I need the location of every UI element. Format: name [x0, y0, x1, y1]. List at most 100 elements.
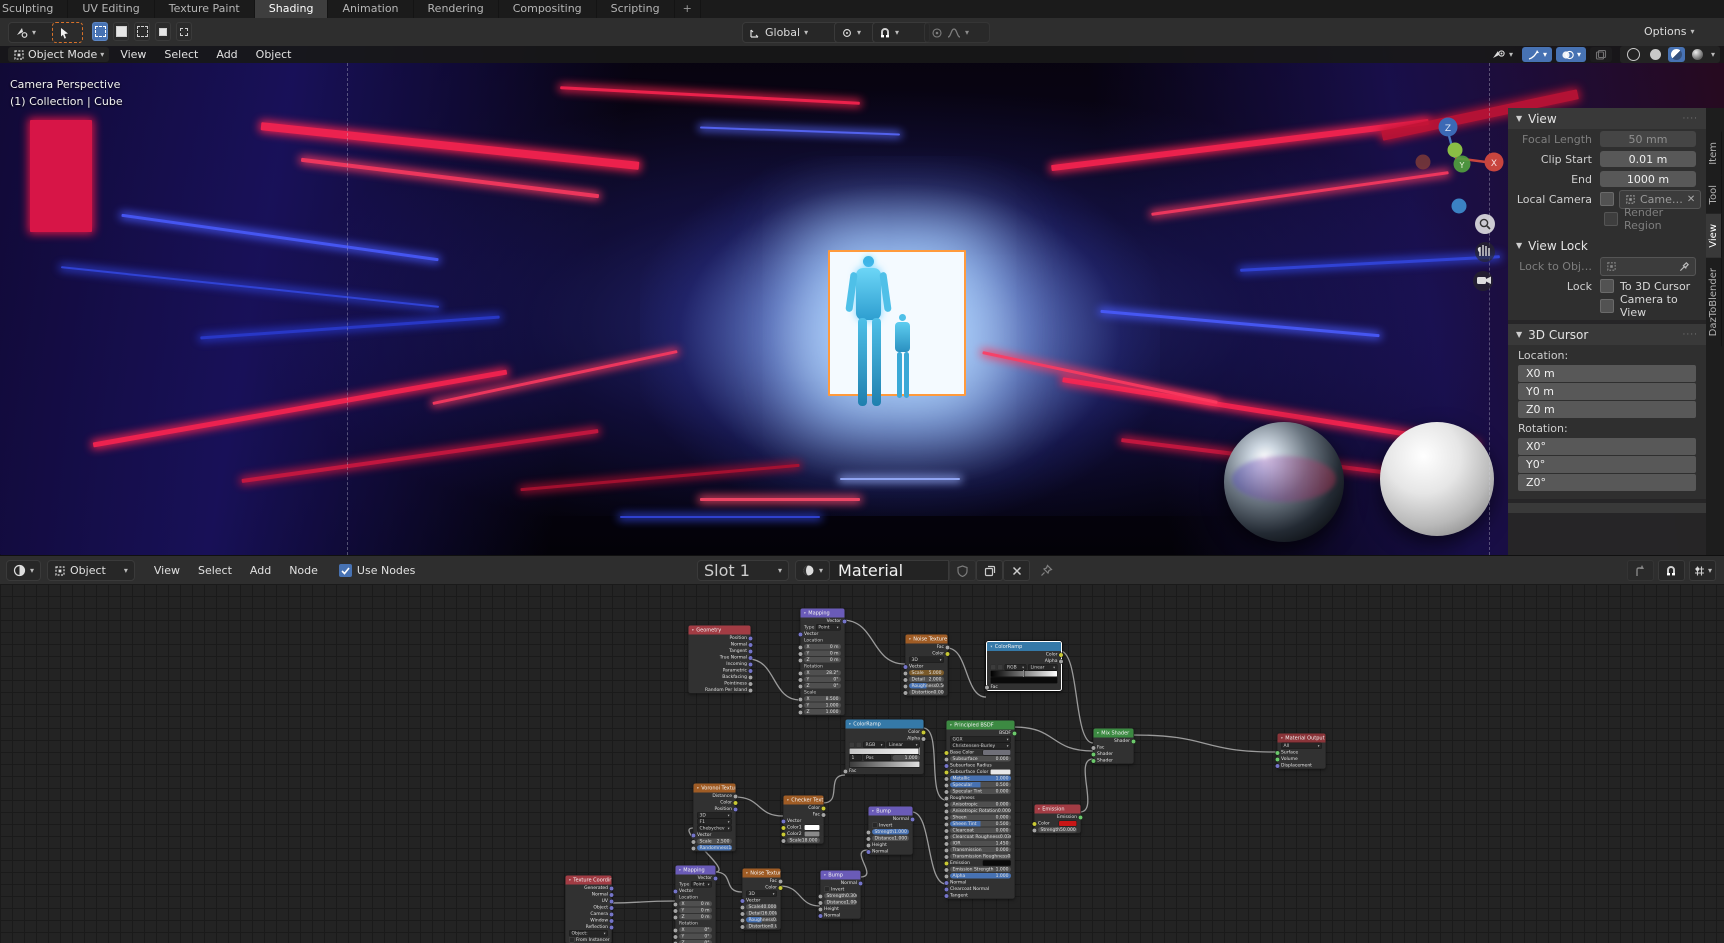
node-row-distortion[interactable]: Distortion0.000 — [906, 689, 948, 696]
collapsed-panel-header[interactable] — [1508, 503, 1706, 513]
shader-menu-view[interactable]: View — [145, 564, 189, 577]
node-row-normal[interactable]: Normal — [869, 848, 913, 855]
use-nodes-toggle[interactable]: Use Nodes — [339, 564, 416, 577]
checkbox-camera-to-view[interactable] — [1600, 299, 1614, 313]
select-mode-lasso[interactable] — [155, 22, 171, 41]
eyedropper-icon[interactable] — [1679, 261, 1690, 272]
node-row-scale[interactable]: Scale18.000 — [784, 837, 824, 844]
socket-in[interactable] — [944, 894, 949, 899]
browse-material-dropdown[interactable]: ▾ — [795, 560, 830, 581]
color-swatch[interactable] — [804, 824, 820, 830]
socket-in[interactable] — [798, 710, 803, 715]
node-header-colorramp-2[interactable]: ▾ColorRamp — [846, 720, 924, 729]
go-to-parent-node-tree-button[interactable] — [1627, 560, 1654, 581]
proportional-edit-dropdown[interactable]: ▾ — [924, 22, 990, 43]
node-checker-texture[interactable]: ▾Checker TextureColorFacVectorColor1Colo… — [783, 795, 824, 844]
snap-dropdown[interactable]: ▾ — [872, 22, 930, 43]
snap-target-dropdown[interactable]: ▾ — [1689, 560, 1716, 581]
node-header-voronoi-texture[interactable]: ▾Voronoi Texture — [694, 784, 736, 793]
node-row-transmission[interactable]: Transmission0.000 — [947, 847, 1015, 854]
sidebar-tab-view[interactable]: View — [1706, 214, 1722, 258]
node-row-emission-strength[interactable]: Emission Strength1.000 — [947, 866, 1015, 873]
color-swatch[interactable] — [1058, 820, 1077, 826]
node-emission[interactable]: ▾EmissionEmissionColorStrength50.000 — [1034, 804, 1081, 834]
node-row-metallic[interactable]: Metallic1.000 — [947, 775, 1015, 782]
socket-in[interactable] — [818, 914, 823, 919]
node-principled-bsdf[interactable]: ▾Principled BSDFBSDFGGX▾Christensen-Burl… — [946, 720, 1015, 899]
node-row-fac[interactable]: Fac — [846, 768, 924, 775]
socket-in[interactable] — [866, 850, 871, 855]
node-row-from-instancer[interactable]: From Instancer — [566, 937, 612, 943]
checkbox[interactable] — [872, 823, 878, 829]
viewport-menu-view[interactable]: View — [111, 48, 155, 61]
node-geometry[interactable]: ▾GeometryPositionNormalTangentTrue Norma… — [688, 625, 751, 694]
shader-node-editor[interactable]: ▾GeometryPositionNormalTangentTrue Norma… — [0, 584, 1724, 943]
node-header-material-output[interactable]: ▾Material Output — [1278, 734, 1326, 743]
show-gizmo-visibility-dropdown[interactable]: ▾ — [1487, 47, 1518, 62]
socket-in[interactable] — [740, 925, 745, 930]
sidebar-tab-tool[interactable]: Tool — [1706, 175, 1722, 214]
transform-orientation-dropdown[interactable]: Global ▾ — [742, 22, 842, 43]
node-row-strength[interactable]: Strength1.000 — [869, 829, 913, 836]
tab-scripting[interactable]: Scripting — [597, 0, 675, 18]
color-swatch[interactable] — [990, 769, 1011, 775]
node-header-checker-texture[interactable]: ▾Checker Texture — [784, 796, 824, 805]
node-row-tangent[interactable]: Tangent — [947, 892, 1015, 899]
viewport-menu-add[interactable]: Add — [207, 48, 246, 61]
node-bump-1[interactable]: ▾BumpNormalInvertStrength1.000Distance1.… — [868, 806, 913, 855]
node-header-mix-shader[interactable]: ▾Mix Shader — [1094, 729, 1134, 738]
snap-toggle-button[interactable] — [1658, 560, 1685, 581]
tab-sculpting[interactable]: Sculpting — [0, 0, 68, 18]
viewport-menu-object[interactable]: Object — [247, 48, 301, 61]
socket-in[interactable] — [781, 839, 786, 844]
tab-compositing[interactable]: Compositing — [499, 0, 597, 18]
select-mode-tweak[interactable] — [92, 22, 108, 41]
material-name-field[interactable]: Material — [830, 560, 949, 581]
shading-solid-button[interactable] — [1647, 47, 1664, 62]
node-colorramp-2[interactable]: ▾ColorRampColorAlphaRGB▾Linear▾1Pos1.000… — [845, 719, 924, 775]
node-row-roughness[interactable]: Roughness0.500 — [906, 683, 948, 690]
node-voronoi-texture[interactable]: ▾Voronoi TextureDistanceColorPosition3D▾… — [693, 783, 736, 852]
tab-uv-editing[interactable]: UV Editing — [68, 0, 154, 18]
checkbox-to-3d-cursor[interactable] — [1600, 279, 1614, 293]
shader-menu-select[interactable]: Select — [189, 564, 241, 577]
select-mode-extend[interactable] — [176, 22, 192, 41]
node-row-randomness[interactable]: Randomness1.000 — [694, 845, 736, 852]
mode-dropdown[interactable]: Object Mode ▾ — [8, 47, 109, 62]
field-value-clip-start[interactable]: 0.01 m — [1600, 151, 1696, 167]
shader-menu-add[interactable]: Add — [241, 564, 280, 577]
viewport-menu-select[interactable]: Select — [155, 48, 207, 61]
gizmos-toggle-dropdown[interactable]: ▾ — [1522, 47, 1552, 62]
cursor-location-y[interactable]: Y0 m — [1518, 383, 1696, 400]
node-row-random-per-island[interactable]: Random Per Island — [689, 687, 751, 694]
render-region-checkbox[interactable] — [1604, 212, 1618, 226]
node-header-bump-2[interactable]: ▾Bump — [821, 871, 861, 880]
node-header-mapping-1[interactable]: ▾Mapping — [801, 609, 845, 618]
socket-in[interactable] — [985, 685, 990, 690]
node-row-scale[interactable]: Scale40.000 — [743, 904, 781, 911]
tab-rendering[interactable]: Rendering — [414, 0, 499, 18]
local-camera-checkbox[interactable] — [1600, 192, 1614, 206]
node-header-geometry[interactable]: ▾Geometry — [689, 626, 751, 635]
shading-wireframe-button[interactable] — [1624, 47, 1643, 62]
node-row-specular-tint[interactable]: Specular Tint0.000 — [947, 788, 1015, 795]
node-header-mapping-2[interactable]: ▾Mapping — [676, 866, 716, 875]
node-header-noise-texture-2[interactable]: ▾Noise Texture — [743, 869, 781, 878]
xray-toggle[interactable] — [1590, 47, 1612, 62]
node-mapping-1[interactable]: ▾MappingVectorTypePoint▾VectorLocationX0… — [800, 608, 845, 716]
socket-in[interactable] — [843, 769, 848, 774]
shader-type-dropdown[interactable]: Object ▾ — [47, 560, 135, 581]
tab-[interactable]: + — [675, 0, 701, 18]
node-row-shader[interactable]: Shader — [1094, 757, 1134, 764]
shading-material-preview-button[interactable] — [1668, 47, 1685, 62]
node-noise-texture-1[interactable]: ▾Noise TextureFacColor3D▾VectorScale5.00… — [905, 634, 948, 696]
node-header-texture-coordinate[interactable]: ▾Texture Coordinate — [566, 876, 612, 885]
viewport-3d[interactable]: Object Mode ▾ ViewSelectAddObject ▾ ▾ ▾ — [0, 46, 1724, 555]
overlays-toggle-dropdown[interactable]: ▾ — [1556, 47, 1586, 62]
node-header-bump-1[interactable]: ▾Bump — [869, 807, 913, 816]
socket-in[interactable] — [1032, 828, 1037, 833]
unlink-material-button[interactable] — [1003, 560, 1030, 581]
node-row-z[interactable]: Z0° — [676, 940, 716, 943]
new-material-button[interactable] — [976, 560, 1003, 581]
node-row-anisotropic-rotation[interactable]: Anisotropic Rotation0.000 — [947, 808, 1015, 815]
